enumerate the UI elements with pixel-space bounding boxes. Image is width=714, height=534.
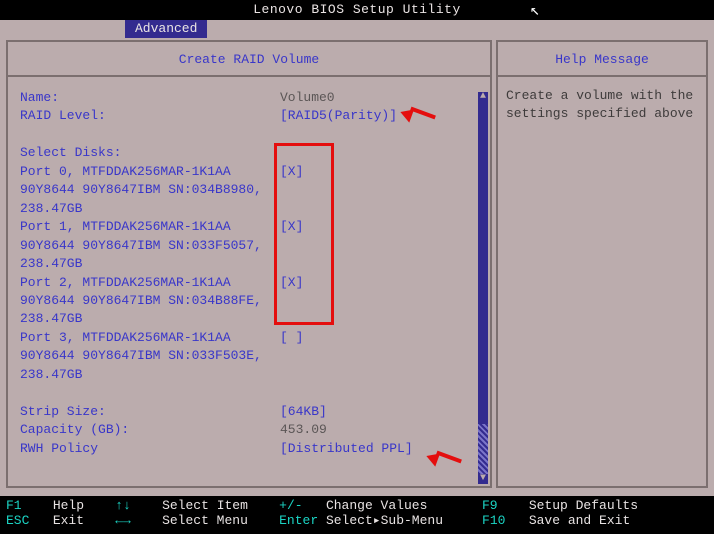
- disk-serial: 90Y8644 90Y8647IBM SN:033F5057,: [20, 237, 262, 255]
- fkey-f10: F10: [482, 513, 505, 528]
- fkey-f9: F9: [482, 498, 498, 513]
- disk-serial: 90Y8644 90Y8647IBM SN:033F503E,: [20, 347, 262, 365]
- window-title: Lenovo BIOS Setup Utility: [253, 2, 461, 17]
- select-disks-label: Select Disks:: [20, 144, 280, 162]
- name-value[interactable]: Volume0: [280, 89, 470, 107]
- raid-level-value[interactable]: [RAID5(Parity)]: [280, 107, 470, 125]
- fkey-label: Help: [53, 498, 84, 513]
- window-titlebar: Lenovo BIOS Setup Utility: [0, 0, 714, 20]
- help-text: Create a volume with the settings specif…: [498, 77, 706, 486]
- disk-size: 238.47GB: [20, 366, 82, 384]
- updown-arrows-icon: ↑↓: [115, 498, 131, 513]
- fkey-label: Select▸Sub-Menu: [326, 513, 443, 528]
- fkey-plusminus: +/-: [279, 498, 302, 513]
- fkey-label: Exit: [53, 513, 84, 528]
- strip-size-label: Strip Size:: [20, 403, 280, 421]
- disk-size: 238.47GB: [20, 310, 82, 328]
- name-label: Name:: [20, 89, 280, 107]
- raid-level-label: RAID Level:: [20, 107, 280, 125]
- main-panel-title: Create RAID Volume: [8, 42, 490, 77]
- fkey-label: Select Item: [162, 498, 248, 513]
- disk-checkbox[interactable]: [X]: [280, 218, 470, 236]
- scroll-thumb[interactable]: [478, 424, 488, 474]
- disk-serial: 90Y8644 90Y8647IBM SN:034B88FE,: [20, 292, 262, 310]
- capacity-label: Capacity (GB):: [20, 421, 280, 439]
- rwh-policy-value[interactable]: [Distributed PPL]: [280, 440, 470, 458]
- fkey-enter: Enter: [279, 513, 318, 528]
- tab-row: Advanced: [0, 20, 714, 40]
- disk-port-label: Port 1, MTFDDAK256MAR-1K1AA: [20, 218, 280, 236]
- disk-port-label: Port 0, MTFDDAK256MAR-1K1AA: [20, 163, 280, 181]
- rwh-policy-label: RWH Policy: [20, 440, 280, 458]
- disk-port-label: Port 3, MTFDDAK256MAR-1K1AA: [20, 329, 280, 347]
- help-panel-title: Help Message: [498, 42, 706, 77]
- scroll-down-icon[interactable]: ▼: [478, 474, 488, 484]
- scrollbar[interactable]: ▲ ▼: [478, 92, 488, 484]
- fkey-label: Select Menu: [162, 513, 248, 528]
- help-panel: Help Message Create a volume with the se…: [496, 40, 708, 488]
- leftright-arrows-icon: ←→: [115, 513, 131, 528]
- capacity-value[interactable]: 453.09: [280, 421, 470, 439]
- disk-size: 238.47GB: [20, 255, 82, 273]
- disk-size: 238.47GB: [20, 200, 82, 218]
- scroll-up-icon[interactable]: ▲: [478, 92, 488, 102]
- disk-port-label: Port 2, MTFDDAK256MAR-1K1AA: [20, 274, 280, 292]
- fkey-label: Setup Defaults: [529, 498, 638, 513]
- fkey-esc: ESC: [6, 513, 29, 528]
- disk-checkbox[interactable]: [X]: [280, 274, 470, 292]
- disk-checkbox[interactable]: [X]: [280, 163, 470, 181]
- fkey-label: Change Values: [326, 498, 427, 513]
- disk-serial: 90Y8644 90Y8647IBM SN:034B8980,: [20, 181, 262, 199]
- fkey-label: Save and Exit: [529, 513, 630, 528]
- tab-advanced[interactable]: Advanced: [125, 20, 207, 38]
- strip-size-value[interactable]: [64KB]: [280, 403, 470, 421]
- footer-keymap: F1 Help ↑↓ Select Item +/- Change Values…: [0, 496, 714, 534]
- main-panel: Create RAID Volume Name: Volume0 RAID Le…: [6, 40, 492, 488]
- fkey-f1: F1: [6, 498, 22, 513]
- disk-checkbox[interactable]: [ ]: [280, 329, 470, 347]
